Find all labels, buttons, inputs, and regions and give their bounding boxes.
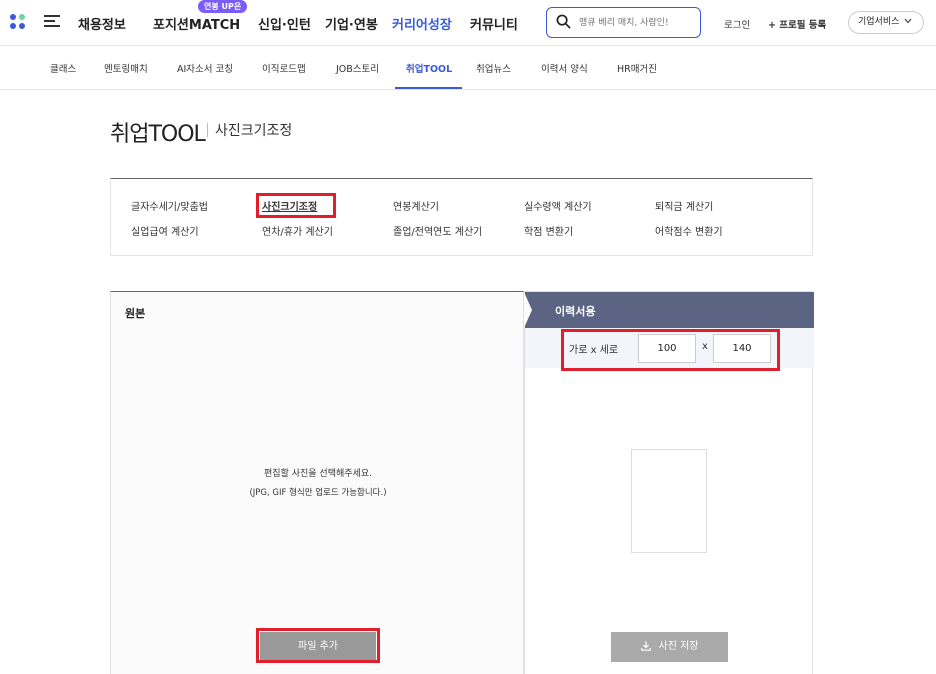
gnb-company-salary[interactable]: 기업·연봉 (325, 14, 378, 33)
tool-gpa-converter[interactable]: 학점 변환기 (524, 223, 573, 238)
tool-severance-calc[interactable]: 퇴직금 계산기 (655, 198, 713, 213)
resume-panel: 이력서용 가로 x 세로 100 x 140 사진 저장 (524, 291, 814, 674)
subnav-mentoring-match[interactable]: 멘토링매치 (104, 61, 148, 75)
subnav-job-tool[interactable]: 취업TOOL (406, 61, 452, 75)
subnav-resume-template[interactable]: 이력서 양식 (541, 61, 588, 75)
gnb-position-match[interactable]: 포지션MATCH (153, 14, 240, 33)
business-service-button[interactable]: 기업서비스 (848, 11, 924, 34)
original-heading: 원본 (125, 307, 146, 320)
tool-unemployment-calc[interactable]: 실업급여 계산기 (131, 223, 199, 238)
tool-leave-calc[interactable]: 연차/휴가 계산기 (262, 223, 333, 238)
search-box[interactable] (546, 7, 701, 38)
match-badge: 연봉 UP은 (198, 0, 248, 13)
download-icon (640, 641, 651, 651)
gnb-jobs[interactable]: 채용정보 (78, 14, 126, 33)
save-photo-button[interactable]: 사진 저장 (611, 632, 728, 662)
subnav-hr-magazine[interactable]: HR매거진 (617, 61, 657, 75)
page-subtitle: 사진크기조정 (215, 123, 293, 139)
resume-panel-header: 이력서용 (524, 292, 814, 328)
search-icon (556, 14, 571, 29)
tool-graduation-year-calc[interactable]: 졸업/전역연도 계산기 (393, 223, 482, 238)
subnav-career-roadmap[interactable]: 이직로드맵 (262, 61, 306, 75)
business-service-label: 기업서비스 (858, 17, 900, 27)
subnav-job-news[interactable]: 취업뉴스 (476, 61, 511, 75)
top-header: 채용정보 포지션MATCH 연봉 UP은 신입·인턴 기업·연봉 커리어성장 커… (0, 0, 936, 46)
gnb-career-growth[interactable]: 커리어성장 (392, 14, 452, 33)
title-divider (207, 123, 208, 137)
photo-preview (631, 449, 707, 553)
logo-icon[interactable] (10, 14, 26, 30)
chevron-down-icon (904, 18, 912, 24)
active-tab-indicator (395, 87, 462, 89)
gnb-community[interactable]: 커뮤니티 (470, 14, 518, 33)
resume-heading: 이력서용 (555, 305, 596, 318)
tool-language-score-converter[interactable]: 어학점수 변환기 (655, 223, 723, 238)
highlight-box (256, 193, 336, 218)
upload-format-note: (JPG, GIF 형식만 업로드 가능합니다.) (249, 488, 387, 498)
tool-char-count[interactable]: 글자수세기/맞춤법 (131, 198, 208, 213)
upload-guide: 편집할 사진을 선택해주세요. (264, 469, 372, 479)
subnav-job-story[interactable]: JOB스토리 (336, 61, 379, 75)
menu-icon[interactable] (44, 15, 60, 27)
page-title: 취업TOOL (110, 122, 206, 147)
gnb-newcomer-intern[interactable]: 신입·인턴 (258, 14, 311, 33)
highlight-box (561, 329, 780, 371)
profile-register-link[interactable]: + 프로필 등록 (768, 17, 826, 31)
subnav-class[interactable]: 클래스 (50, 61, 76, 75)
tool-list: 글자수세기/맞춤법 사진크기조정 연봉계산기 실수령액 계산기 퇴직금 계산기 … (110, 178, 813, 256)
original-panel: 원본 편집할 사진을 선택해주세요. (JPG, GIF 형식만 업로드 가능합… (110, 291, 524, 674)
tool-net-pay-calc[interactable]: 실수령액 계산기 (524, 198, 592, 213)
highlight-box (256, 628, 380, 663)
sub-navigation: 클래스 멘토링매치 AI자소서 코칭 이직로드맵 JOB스토리 취업TOOL 취… (0, 46, 936, 90)
save-photo-label: 사진 저장 (658, 641, 699, 652)
tool-salary-calc[interactable]: 연봉계산기 (393, 198, 439, 213)
search-input[interactable] (579, 14, 694, 31)
subnav-ai-coaching[interactable]: AI자소서 코칭 (177, 61, 233, 75)
login-link[interactable]: 로그인 (724, 17, 750, 31)
